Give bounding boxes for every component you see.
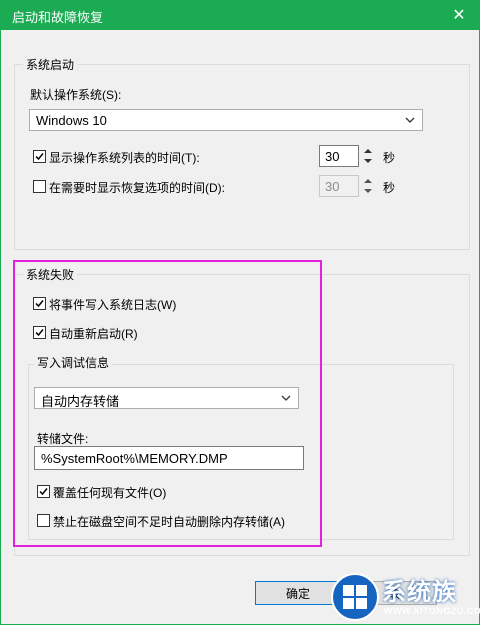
- spinner-arrows-icon: [364, 179, 372, 193]
- spinner-arrows-icon: [364, 149, 372, 163]
- show-os-list-spinner[interactable]: [361, 145, 375, 167]
- watermark-brand: 系统族: [382, 579, 457, 606]
- show-os-list-label: 显示操作系统列表的时间(T):: [49, 151, 200, 165]
- show-recovery-seconds-value: 30: [325, 179, 340, 194]
- show-recovery-seconds-input[interactable]: 30: [319, 175, 359, 197]
- chevron-down-icon: [281, 395, 291, 401]
- show-os-list-unit: 秒: [383, 151, 396, 165]
- watermark-logo: 系统族 WWW.XITONGZU.COM: [330, 570, 480, 625]
- close-icon: ✕: [452, 7, 466, 24]
- system-startup-group-label: 系统启动: [23, 56, 78, 73]
- default-os-value: Windows 10: [36, 113, 107, 128]
- show-os-list-seconds-input[interactable]: 30: [319, 145, 359, 167]
- windows-logo-icon: [331, 573, 379, 621]
- debug-info-group-label: 写入调试信息: [34, 354, 113, 371]
- default-os-select[interactable]: Windows 10: [29, 109, 423, 131]
- show-os-list-seconds-value: 30: [325, 149, 340, 164]
- dump-file-value: %SystemRoot%\MEMORY.DMP: [41, 451, 228, 466]
- checkmark-icon: [35, 300, 44, 308]
- auto-restart-label: 自动重新启动(R): [49, 327, 138, 341]
- dialog-body: 系统启动 默认操作系统(S): Windows 10 显示操作系统列表的时间(T…: [1, 30, 479, 624]
- show-recovery-checkbox[interactable]: [33, 180, 46, 193]
- default-os-label: 默认操作系统(S):: [30, 88, 122, 102]
- dump-type-value: 自动内存转储: [41, 394, 120, 409]
- dump-file-input[interactable]: %SystemRoot%\MEMORY.DMP: [34, 446, 304, 470]
- dump-type-select[interactable]: 自动内存转储: [34, 387, 299, 409]
- system-failure-group-label: 系统失败: [23, 266, 78, 283]
- dump-file-label: 转储文件:: [37, 432, 89, 446]
- ok-button[interactable]: 确定: [255, 581, 341, 605]
- disable-auto-delete-label: 禁止在磁盘空间不足时自动删除内存转储(A): [53, 515, 285, 529]
- checkmark-icon: [35, 153, 44, 161]
- dialog-window: 启动和故障恢复 ✕ 系统启动 默认操作系统(S): Windows 10 显示操…: [0, 0, 480, 625]
- window-title: 启动和故障恢复: [12, 10, 104, 25]
- write-event-log-label: 将事件写入系统日志(W): [49, 298, 177, 312]
- watermark-url: WWW.XITONGZU.COM: [384, 606, 480, 616]
- show-recovery-unit: 秒: [383, 181, 396, 195]
- show-recovery-label: 在需要时显示恢复选项的时间(D):: [49, 181, 225, 195]
- overwrite-checkbox[interactable]: [37, 485, 50, 498]
- write-event-log-checkbox[interactable]: [33, 297, 46, 310]
- chevron-down-icon: [405, 117, 415, 123]
- auto-restart-checkbox[interactable]: [33, 326, 46, 339]
- overwrite-label: 覆盖任何现有文件(O): [53, 486, 167, 500]
- title-bar: 启动和故障恢复 ✕: [0, 0, 480, 30]
- checkmark-icon: [35, 329, 44, 337]
- close-button[interactable]: ✕: [438, 0, 480, 30]
- disable-auto-delete-checkbox[interactable]: [37, 514, 50, 527]
- checkmark-icon: [39, 488, 48, 496]
- show-os-list-checkbox[interactable]: [33, 150, 46, 163]
- show-recovery-spinner[interactable]: [361, 175, 375, 197]
